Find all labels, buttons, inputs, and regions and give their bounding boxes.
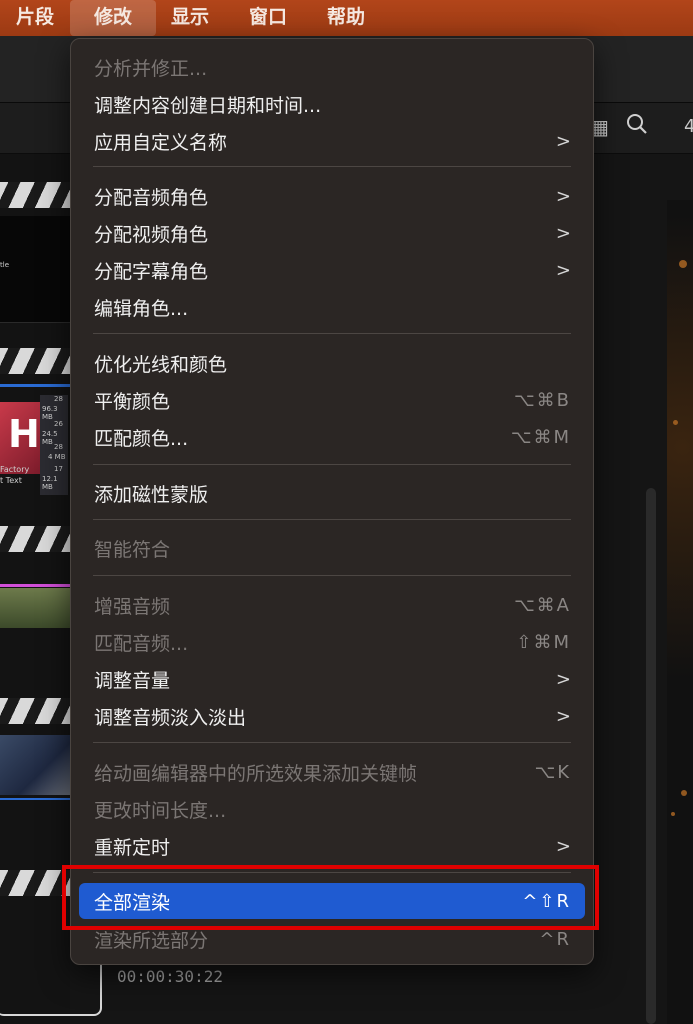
menu-bar-help[interactable]: 帮助	[327, 0, 365, 36]
selection-bar	[0, 384, 70, 387]
menu-bar-view[interactable]: 显示	[171, 0, 209, 36]
shortcut: ⌥⌘M	[510, 426, 571, 448]
clip-size: 4 MB	[48, 453, 66, 461]
menu-item-adjust-audio-fades[interactable]: 调整音频淡入淡出 >	[79, 698, 585, 734]
clip-thumbnail[interactable]: tle	[0, 216, 70, 323]
shortcut: ⌥⌘B	[513, 389, 571, 411]
shortcut: ^R	[539, 928, 571, 950]
modify-menu: 分析并修正... 调整内容创建日期和时间... 应用自定义名称 > 分配音频角色 >…	[70, 38, 594, 965]
menu-item-enhance-light-color[interactable]: 优化光线和颜色	[79, 345, 585, 381]
clapper-icon	[0, 522, 70, 556]
menu-item-change-duration[interactable]: 更改时间长度...	[79, 791, 585, 827]
clip-size: 12.1 MB	[42, 475, 58, 491]
menu-item-add-keyframe[interactable]: 给动画编辑器中的所选效果添加关键帧 ⌥K	[79, 754, 585, 790]
clapper-icon	[0, 178, 70, 212]
menu-item-assign-video-role[interactable]: 分配视频角色 >	[79, 215, 585, 251]
clip-thumbnail[interactable]	[0, 588, 70, 628]
menu-item-assign-audio-role[interactable]: 分配音频角色 >	[79, 178, 585, 214]
clip-count: 17	[54, 465, 63, 473]
menu-bar-clip[interactable]: 片段	[16, 0, 54, 36]
shortcut: ⌥⌘A	[513, 594, 571, 616]
annotation-highlight-box	[62, 865, 599, 930]
viewer	[667, 200, 693, 1024]
menu-item-retime[interactable]: 重新定时 >	[79, 828, 585, 864]
shortcut: ⇧⌘M	[516, 631, 571, 653]
chevron-right-icon: >	[555, 222, 571, 244]
clip-metadata: 28 96.3 MB 26 24.5 MB 28 4 MB 17 12.1 MB	[40, 395, 68, 495]
clip-caption: Factory	[0, 465, 30, 474]
menu-item-match-audio[interactable]: 匹配音频... ⇧⌘M	[79, 624, 585, 660]
menu-separator	[93, 575, 571, 576]
toolbar-number: 4	[684, 116, 693, 137]
menu-separator	[93, 166, 571, 167]
menu-item-enhance-audio[interactable]: 增强音频 ⌥⌘A	[79, 587, 585, 623]
menu-item-edit-roles[interactable]: 编辑角色...	[79, 289, 585, 325]
menu-item-analyze-fix[interactable]: 分析并修正...	[79, 49, 585, 85]
shortcut: ⌥K	[534, 761, 571, 783]
scrollbar[interactable]	[646, 488, 656, 1024]
clip-count: 28	[54, 443, 63, 451]
menu-item-smart-conform[interactable]: 智能符合	[79, 530, 585, 566]
app-logo-thumbnail[interactable]	[0, 402, 40, 474]
menu-bar: 片段 修改 显示 窗口 帮助	[0, 0, 693, 36]
menu-item-adjust-volume[interactable]: 调整音量 >	[79, 661, 585, 697]
clip-count: 28	[54, 395, 63, 403]
clip-thumbnail[interactable]	[0, 735, 70, 795]
chevron-right-icon: >	[555, 259, 571, 281]
menu-separator	[93, 742, 571, 743]
clip-size: 96.3 MB	[42, 405, 58, 421]
clip-caption: tle	[0, 261, 9, 269]
selection-bar	[0, 798, 70, 800]
clip-count: 26	[54, 420, 63, 428]
chevron-right-icon: >	[555, 835, 571, 857]
selection-bar	[0, 584, 70, 587]
chevron-right-icon: >	[555, 185, 571, 207]
menu-item-balance-color[interactable]: 平衡颜色 ⌥⌘B	[79, 382, 585, 418]
menu-item-assign-caption-role[interactable]: 分配字幕角色 >	[79, 252, 585, 288]
menu-item-apply-custom-name[interactable]: 应用自定义名称 >	[79, 123, 585, 159]
chevron-right-icon: >	[555, 668, 571, 690]
menu-bar-window[interactable]: 窗口	[249, 0, 287, 36]
search-icon[interactable]	[626, 113, 648, 140]
menu-item-adjust-content-date[interactable]: 调整内容创建日期和时间...	[79, 86, 585, 122]
clapper-icon	[0, 694, 70, 728]
chevron-right-icon: >	[555, 705, 571, 727]
menu-item-match-color[interactable]: 匹配颜色... ⌥⌘M	[79, 419, 585, 455]
menu-bar-modify[interactable]: 修改	[70, 0, 157, 36]
menu-item-add-magnetic-mask[interactable]: 添加磁性蒙版	[79, 475, 585, 511]
timecode: 00:00:30:22	[117, 967, 223, 986]
clip-caption: t Text	[0, 476, 22, 485]
menu-separator	[93, 464, 571, 465]
chevron-right-icon: >	[555, 130, 571, 152]
clapper-icon	[0, 344, 70, 378]
menu-separator	[93, 519, 571, 520]
menu-separator	[93, 333, 571, 334]
